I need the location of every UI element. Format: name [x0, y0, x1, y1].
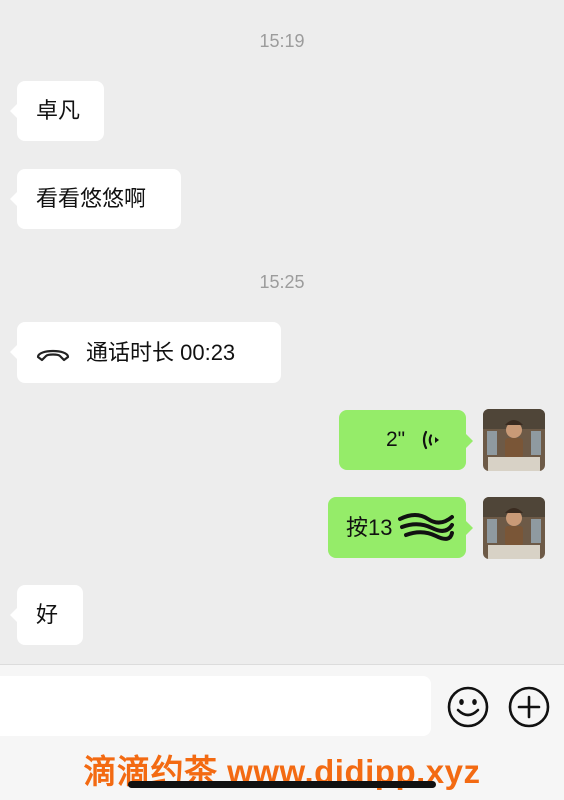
voice-wave-icon [422, 428, 444, 460]
phone-hangup-icon [36, 342, 70, 372]
avatar[interactable] [483, 497, 545, 559]
message-bubble-received[interactable]: 好 [10, 585, 83, 645]
voice-duration: 2" [386, 428, 406, 451]
message-input[interactable] [0, 676, 431, 736]
redaction-scribble [398, 513, 454, 541]
message-bubble-received[interactable]: 卓凡 [10, 81, 104, 141]
call-duration-text: 通话时长 00:23 [86, 339, 236, 365]
message-bubble-received[interactable]: 看看悠悠啊 [10, 169, 181, 229]
avatar[interactable] [483, 409, 545, 471]
message-text: 好 [36, 602, 59, 627]
voice-message-bubble[interactable]: 2" [339, 410, 473, 470]
call-record-bubble[interactable]: 通话时长 00:23 [10, 322, 281, 383]
message-text: 看看悠悠啊 [36, 186, 147, 211]
message-text: 按13 [346, 514, 393, 540]
emoji-icon[interactable] [446, 685, 490, 729]
timestamp: 15:25 [259, 272, 305, 292]
plus-icon[interactable] [507, 685, 551, 729]
input-bar: 滴滴约茶 www.didipp.xyz [0, 664, 564, 800]
message-text: 卓凡 [36, 98, 81, 123]
home-indicator [128, 781, 436, 788]
timestamp: 15:19 [259, 31, 305, 51]
chat-message-list[interactable]: 15:19 卓凡 看看悠悠啊 15:25 通话时长 00:23 2" 按13 好 [0, 0, 564, 664]
